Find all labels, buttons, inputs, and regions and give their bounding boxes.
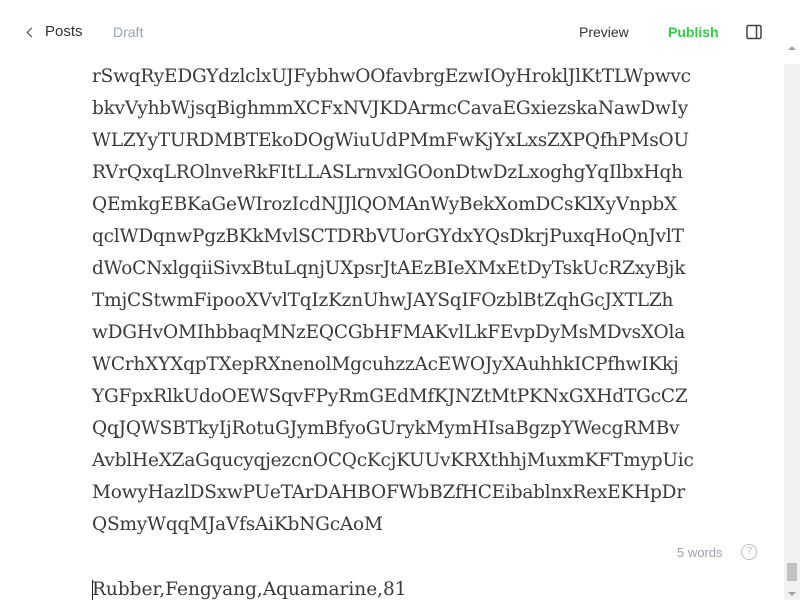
editor-line: WCrhXYXqpTXepRXnenolMgcuhzzAcEWOJyXAuhhk… [92,354,679,375]
editor-line: bkvVyhbWjsqBighmmXCFxNVJKDArmcCavaEGxiez… [92,98,688,119]
help-icon[interactable]: ? [741,544,757,560]
scroll-up-arrow-icon[interactable] [788,46,796,50]
chevron-left-icon [26,27,37,37]
publish-button[interactable]: Publish [668,24,719,40]
editor-line: rSwqRyEDGYdzlclxUJFybhwOOfavbrgEzwIOyHro… [92,66,691,87]
editor-line: RVrQxqLROlnveRkFItLLASLrnvxlGOonDtwDzLxo… [92,162,683,183]
back-link-label: Posts [45,23,83,40]
post-body-editor[interactable]: rSwqRyEDGYdzlclxUJFybhwOOfavbrgEzwIOyHro… [92,61,732,541]
scroll-down-arrow-icon[interactable] [788,592,796,596]
editor-line: TmjCStwmFipooXVvlTqIzKznUhwJAYSqIFOzblBt… [92,290,674,311]
text-caret [92,580,93,600]
preview-button[interactable]: Preview [579,24,629,40]
sidebar-toggle-icon[interactable] [746,24,762,40]
back-to-posts-link[interactable]: Posts [26,23,83,40]
post-status-label: Draft [113,24,144,40]
editor-line: QEmkgEBKaGeWIrozIcdNJJlQOMAnWyBekXomDCsK… [92,194,678,215]
editor-line: YGFpxRlkUdoOEWSqvFPyRmGEdMfKJNZtMtPKNxGX… [92,386,688,407]
editor-line: dWoCNxlgqiiSivxBtuLqnjUXpsrJtAEzBIeXMxEt… [92,258,686,279]
word-count: 5 words [677,545,723,560]
editor-line: wDGHvOMIhbbaqMNzEQCGbHFMAKvlLkFEvpDyMsMD… [92,322,686,343]
editor-line: AvblHeXZaGqucyqjezcnOCQcKcjKUUvKRXthhjMu… [92,450,694,471]
editor-line: QSmyWqqMJaVfsAiKbNGcAoM [92,514,383,535]
editor-line: MowyHazlDSxwPUeTArDAHBOFWbBZfHCEibablnxR… [92,482,685,503]
editor-header: Posts Draft Preview Publish [0,0,800,64]
editor-line: QqJQWSBTkyIjRotuGJymBfyoGUrykMymHIsaBgzp… [92,418,680,439]
vertical-scrollbar[interactable] [784,64,800,600]
editor-line: WLZYyTURDMBTEkoDOgWiuUdPMmFwKjYxLxsZXPQf… [92,130,689,151]
editor-line: qclWDqnwPgzBKkMvlSCTDRbVUorGYdxYQsDkrjPu… [92,226,684,247]
scrollbar-thumb[interactable] [787,563,797,581]
